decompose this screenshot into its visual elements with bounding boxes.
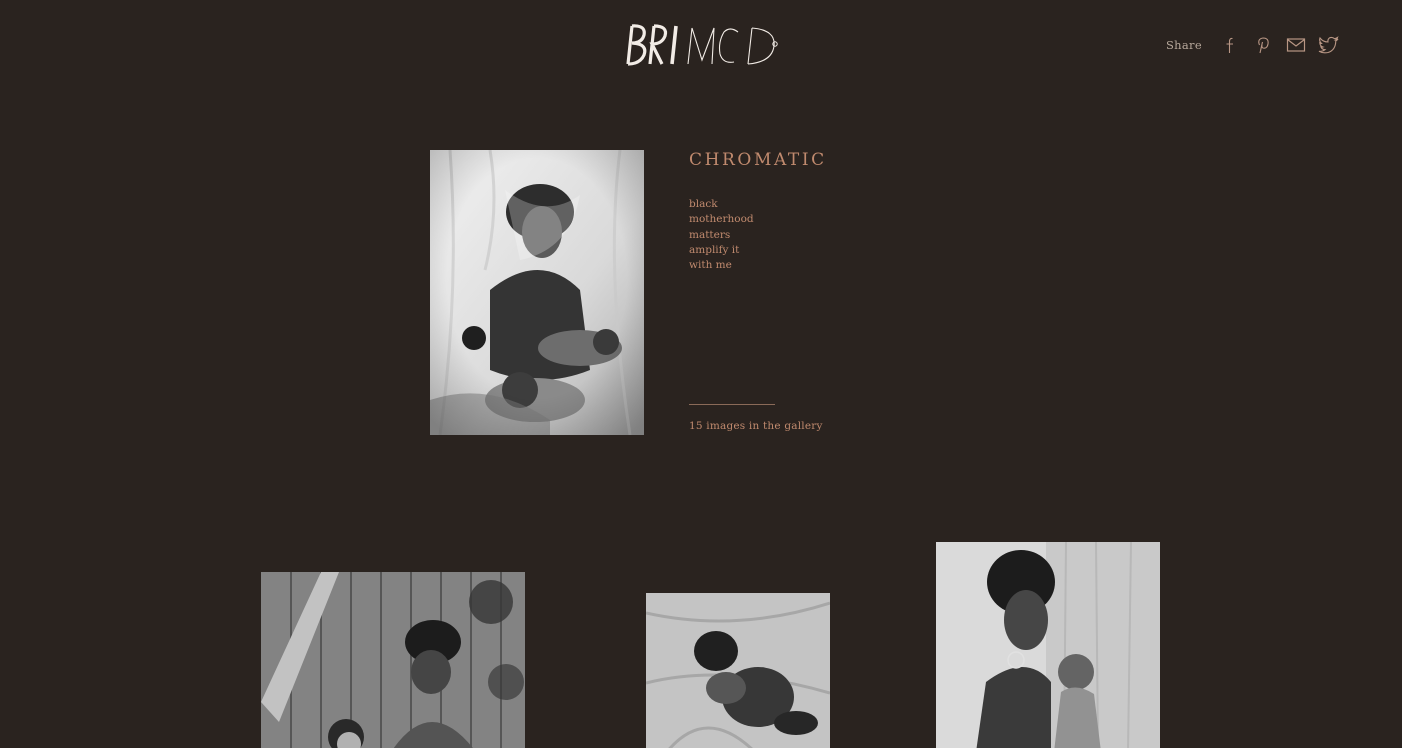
mail-icon[interactable] xyxy=(1285,34,1307,56)
share-label: Share xyxy=(1166,38,1202,52)
description-line: black xyxy=(689,198,718,210)
description-line: motherhood xyxy=(689,213,754,226)
cover-photo[interactable] xyxy=(430,150,644,435)
facebook-icon[interactable] xyxy=(1219,34,1241,56)
page: Share CHROMATIC black motherhood matters… xyxy=(0,0,1402,748)
description-line: matters xyxy=(689,228,731,241)
image-count[interactable]: 15 images in the gallery xyxy=(689,420,823,432)
description-line: with me xyxy=(689,259,732,272)
divider xyxy=(689,404,775,405)
twitter-icon[interactable] xyxy=(1318,34,1340,56)
site-logo[interactable] xyxy=(626,22,780,68)
pinterest-icon[interactable] xyxy=(1252,34,1274,56)
gallery-description: black motherhood matters amplify it with… xyxy=(689,197,754,273)
gallery-thumbnail[interactable] xyxy=(646,593,830,748)
gallery-title: CHROMATIC xyxy=(689,150,827,170)
description-line: amplify it xyxy=(689,243,740,256)
gallery-thumbnail[interactable] xyxy=(261,572,525,748)
gallery-thumbnail[interactable] xyxy=(936,542,1160,748)
logo-wordmark xyxy=(626,24,778,66)
